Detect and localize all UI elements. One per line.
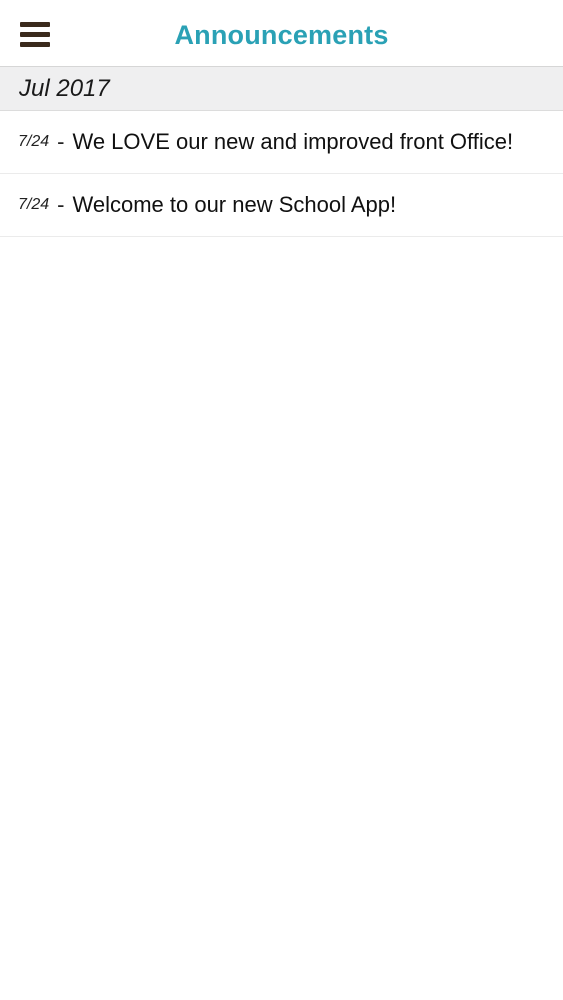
announcement-title: Welcome to our new School App!: [72, 192, 397, 217]
announcement-separator: -: [57, 129, 65, 154]
announcement-item[interactable]: 7/24 - We LOVE our new and improved fron…: [0, 111, 563, 174]
announcement-title: We LOVE our new and improved front Offic…: [72, 129, 514, 154]
announcements-screen: Announcements Jul 2017 7/24 - We LOVE ou…: [0, 0, 563, 1000]
announcement-date: 7/24: [18, 196, 50, 213]
top-bar: Announcements: [0, 0, 563, 67]
month-section-header: Jul 2017: [0, 67, 563, 111]
announcement-separator: -: [57, 192, 65, 217]
announcement-item[interactable]: 7/24 - Welcome to our new School App!: [0, 174, 563, 237]
page-title: Announcements: [174, 20, 389, 50]
announcement-date: 7/24: [18, 133, 50, 150]
